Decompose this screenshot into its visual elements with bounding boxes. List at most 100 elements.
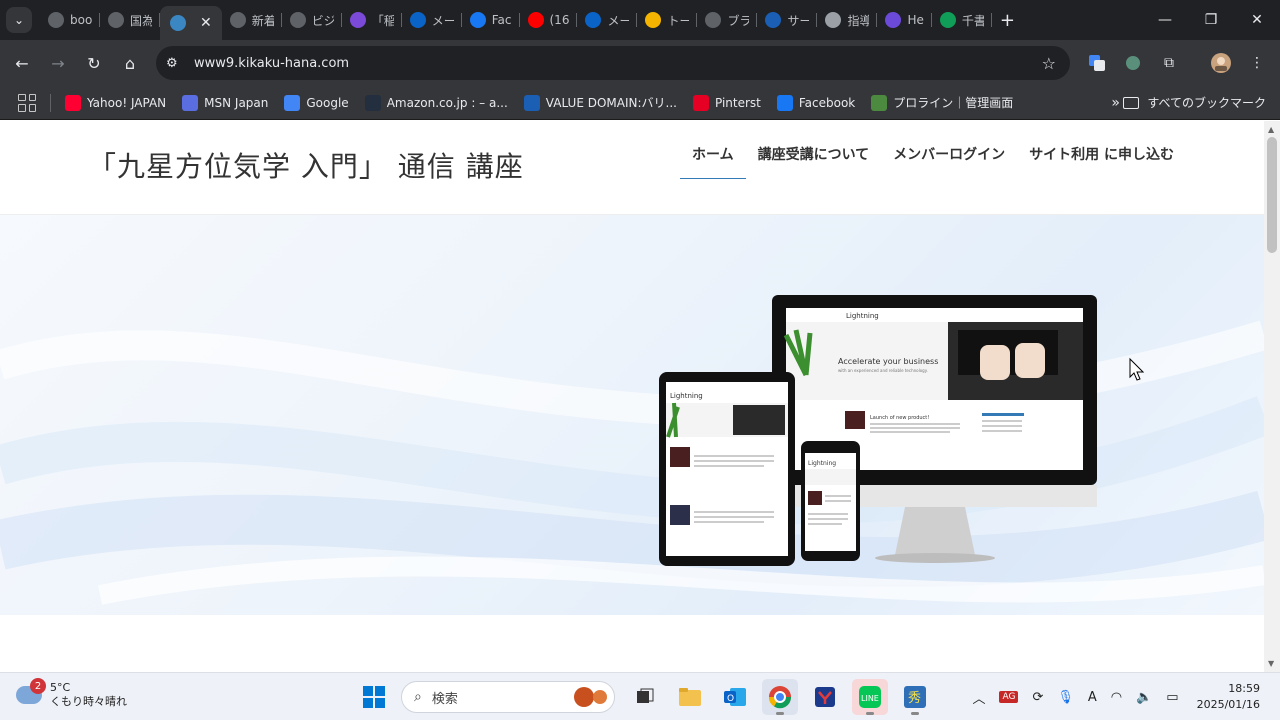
tab-list: boo 国為 ✕ 新着 ビジ 「稲 メー Fac (16 メー トー ブラ サー 指導 He 千書: [40, 0, 992, 40]
site-title[interactable]: 「九星方位気学 入門」 通信 講座: [88, 145, 524, 185]
minimize-icon[interactable]: —: [1142, 0, 1188, 40]
browser-tab[interactable]: 新着: [222, 4, 282, 36]
windows-taskbar: 2 5°C くもり時々晴れ ⌕ 検索 O LINE 秀 ︿ AG ⟳ 🎙 A ◠…: [0, 672, 1280, 720]
site-header: 「九星方位気学 入門」 通信 講座 ホーム 講座受講について メンバーログイン …: [0, 121, 1264, 215]
bookmark-item[interactable]: Yahoo! JAPAN: [65, 94, 167, 111]
reload-button[interactable]: ↻: [76, 45, 112, 81]
browser-tab[interactable]: 国為: [100, 4, 160, 36]
bookmark-label: MSN Japan: [204, 95, 269, 110]
outlook-icon[interactable]: O: [717, 679, 753, 715]
extensions-puzzle-icon[interactable]: ⧉: [1154, 48, 1184, 78]
search-placeholder: 検索: [431, 691, 458, 707]
tray-overflow-icon[interactable]: ︿: [972, 688, 985, 707]
clock-date: 2025/01/16: [1196, 698, 1260, 711]
bookmark-item[interactable]: VALUE DOMAIN:バリ...: [523, 94, 677, 111]
browser-tab[interactable]: He: [877, 4, 933, 36]
globe-icon: [289, 12, 306, 28]
nav-course-info[interactable]: 講座受講について: [746, 121, 882, 201]
microphone-icon[interactable]: 🎙: [1057, 690, 1074, 705]
forward-button[interactable]: →: [40, 45, 76, 81]
browser-tab[interactable]: boo: [40, 4, 100, 36]
browser-tab[interactable]: 指導: [817, 4, 878, 36]
app-kanji-icon[interactable]: 秀: [897, 679, 933, 715]
browser-tab[interactable]: 「稲: [342, 4, 402, 36]
close-tab-icon[interactable]: ✕: [200, 15, 212, 31]
more-bookmarks-icon[interactable]: »: [1111, 95, 1120, 111]
menu-dots-icon[interactable]: ⋮: [1242, 48, 1272, 78]
tablet-mockup: Lightning: [659, 372, 795, 566]
clock[interactable]: 18:59 2025/01/16: [1197, 681, 1260, 713]
scroll-up-icon[interactable]: ▲: [1268, 125, 1274, 134]
page-content-area: [0, 615, 1264, 672]
profile-avatar[interactable]: [1206, 48, 1236, 78]
web-page: 「九星方位気学 入門」 通信 講座 ホーム 講座受講について メンバーログイン …: [0, 121, 1264, 672]
nav-home[interactable]: ホーム: [680, 121, 746, 201]
nav-member-login[interactable]: メンバーログイン: [881, 121, 1017, 201]
bookmark-item[interactable]: MSN Japan: [182, 94, 269, 111]
chrome-icon[interactable]: [762, 679, 798, 715]
ime-icon[interactable]: A: [1088, 690, 1097, 705]
browser-tab[interactable]: ビジ: [282, 4, 342, 36]
task-view-icon[interactable]: [627, 679, 663, 715]
battery-icon[interactable]: ▭: [1166, 690, 1178, 705]
scroll-down-icon[interactable]: ▼: [1268, 659, 1274, 668]
page-scrollbar[interactable]: ▲ ▼: [1264, 121, 1280, 672]
tray-app-icon[interactable]: AG: [999, 691, 1019, 703]
globe-icon: [108, 12, 124, 28]
all-bookmarks-button[interactable]: すべてのブックマーク: [1123, 94, 1266, 111]
home-button[interactable]: ⌂: [112, 45, 148, 81]
tab-label: He: [907, 13, 924, 27]
bookmark-item[interactable]: Google: [284, 94, 349, 111]
tab-label: 「稲: [371, 13, 394, 28]
browser-tab[interactable]: 千書: [932, 4, 992, 36]
browser-tab[interactable]: Fac: [462, 4, 520, 36]
wifi-icon[interactable]: ◠: [1111, 690, 1122, 705]
file-explorer-icon[interactable]: [672, 679, 708, 715]
tab-label: 新着: [251, 13, 274, 28]
new-tab-button[interactable]: +: [1000, 10, 1015, 31]
back-button[interactable]: ←: [4, 45, 40, 81]
site-info-icon[interactable]: ⚙: [166, 56, 188, 71]
browser-tab[interactable]: トー: [637, 4, 698, 36]
bookmark-label: Yahoo! JAPAN: [87, 95, 167, 110]
browser-tab[interactable]: (16: [520, 4, 578, 36]
msn-icon: [182, 94, 199, 111]
mock-post-title: Launch of new product!: [870, 415, 929, 421]
weather-widget[interactable]: 2 5°C くもり時々晴れ: [16, 678, 127, 709]
bookmark-item[interactable]: プロライン｜管理画面: [871, 94, 1013, 111]
browser-tab[interactable]: ✕: [160, 6, 222, 40]
globe-icon: [229, 12, 246, 28]
bookmark-item[interactable]: Facebook: [776, 94, 855, 111]
apps-grid-icon[interactable]: [18, 93, 36, 112]
restore-icon[interactable]: ❐: [1188, 0, 1234, 40]
notification-badge: 2: [30, 678, 46, 694]
tab-label: メー: [607, 13, 630, 28]
bookmark-item[interactable]: Pinterst: [692, 94, 761, 111]
extension-leaf-icon[interactable]: [1118, 48, 1148, 78]
browser-tab[interactable]: メー: [577, 4, 638, 36]
weather-temperature: 5°C: [50, 681, 71, 694]
tab-search-button[interactable]: ⌄: [6, 7, 32, 33]
valuedomain-icon: [765, 12, 782, 28]
url-text[interactable]: www9.kikaku-hana.com: [194, 56, 349, 71]
line-icon[interactable]: LINE: [852, 679, 888, 715]
tab-label: ビジ: [311, 13, 334, 28]
sync-icon[interactable]: ⟳: [1032, 690, 1043, 705]
start-button[interactable]: [356, 679, 392, 715]
bookmark-star-icon[interactable]: ☆: [1042, 54, 1056, 73]
nav-apply[interactable]: サイト利用 に申し込む: [1017, 121, 1186, 201]
scrollbar-thumb[interactable]: [1267, 137, 1277, 253]
app-y-icon[interactable]: [807, 679, 843, 715]
volume-icon[interactable]: 🔈: [1136, 690, 1152, 705]
browser-tab[interactable]: ブラ: [697, 4, 758, 36]
browser-tab[interactable]: サー: [757, 4, 818, 36]
close-window-icon[interactable]: ✕: [1234, 0, 1280, 40]
outlook-icon: [585, 12, 602, 28]
translate-icon[interactable]: [1082, 48, 1112, 78]
bookmark-item[interactable]: Amazon.co.jp : – a...: [364, 94, 508, 111]
address-bar[interactable]: ⚙ www9.kikaku-hana.com ☆: [156, 46, 1070, 80]
arrow-left-icon: ←: [15, 53, 29, 73]
taskbar-search[interactable]: ⌕ 検索: [401, 681, 615, 713]
folder-icon: [1123, 96, 1140, 109]
browser-tab[interactable]: メー: [402, 4, 462, 36]
